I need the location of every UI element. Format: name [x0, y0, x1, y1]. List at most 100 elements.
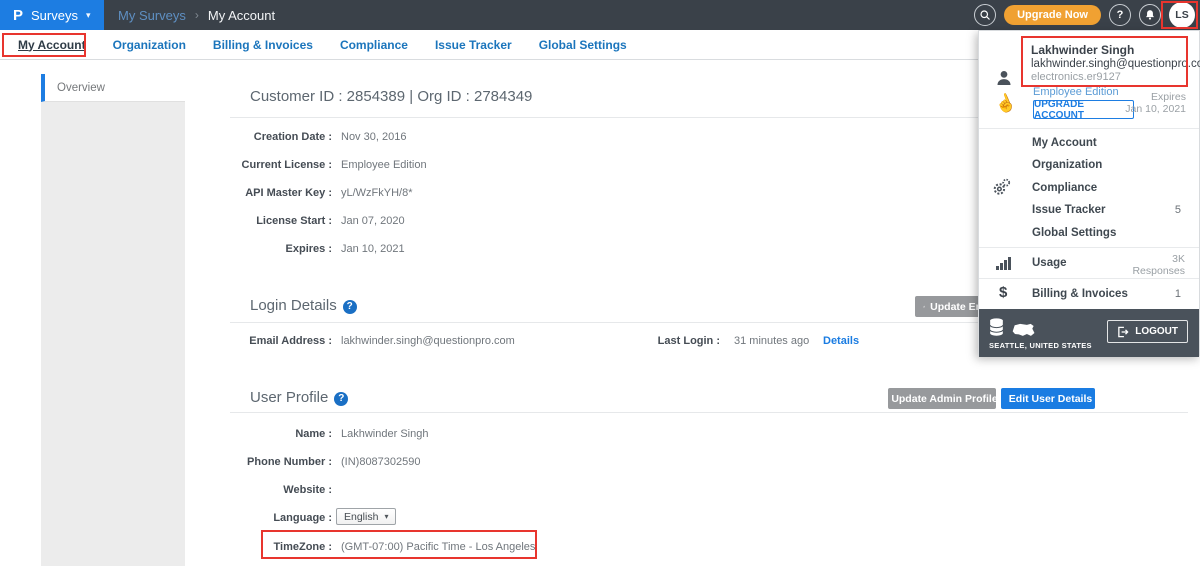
dropdown-item-issue-tracker[interactable]: Issue Tracker 5	[979, 199, 1199, 221]
app-window: P Surveys ▾ My Surveys › My Account Upgr…	[0, 0, 1200, 566]
user-profile-title: User Profile?	[250, 389, 348, 406]
update-email-label: Update Em	[930, 301, 985, 313]
caret-down-icon: ▾	[86, 10, 91, 21]
usage-count-line1: 3K	[1132, 253, 1185, 265]
dropdown-user-name: Lakhwinder Singh	[1031, 43, 1134, 57]
email-address-value: lakhwinder.singh@questionpro.com	[341, 335, 515, 347]
dropdown-item-billing-invoices[interactable]: Billing & Invoices 1	[979, 278, 1199, 309]
current-license-label: Current License :	[120, 159, 332, 171]
name-label: Name :	[120, 428, 332, 440]
search-icon	[979, 9, 991, 21]
phone-number-value: (IN)8087302590	[341, 456, 421, 468]
person-icon	[995, 69, 1013, 87]
logout-button[interactable]: LOGOUT	[1107, 320, 1188, 343]
usage-responses-count: 3K Responses	[1132, 253, 1185, 277]
update-admin-profile-button[interactable]: Update Admin Profile	[888, 388, 996, 409]
dropdown-item-label: Global Settings	[1032, 227, 1181, 239]
dropdown-item-label: Organization	[1032, 159, 1181, 171]
dropdown-user-email: lakhwinder.singh@questionpro.com	[1031, 58, 1200, 70]
license-start-value: Jan 07, 2020	[341, 215, 405, 227]
api-master-key-label: API Master Key :	[120, 187, 332, 199]
user-profile-title-text: User Profile	[250, 389, 328, 406]
upgrade-now-button[interactable]: Upgrade Now	[1004, 5, 1101, 25]
dropdown-item-label: Billing & Invoices	[1032, 288, 1175, 300]
edit-icon	[923, 301, 925, 312]
account-avatar[interactable]: LS	[1169, 2, 1195, 28]
tab-global-settings[interactable]: Global Settings	[539, 38, 627, 52]
product-menu-button[interactable]: P Surveys ▾	[0, 0, 104, 30]
dropdown-item-global-settings[interactable]: Global Settings	[979, 222, 1199, 244]
dropdown-user-username: electronics.er9127	[1031, 71, 1121, 83]
last-login-label: Last Login :	[565, 335, 720, 347]
sidebar-item-overview[interactable]: Overview	[41, 74, 185, 102]
divider	[979, 128, 1199, 129]
update-admin-profile-label: Update Admin Profile	[891, 393, 996, 405]
dropdown-item-my-account[interactable]: My Account	[979, 132, 1199, 154]
account-dropdown-panel: Lakhwinder Singh lakhwinder.singh@questi…	[978, 30, 1200, 356]
billing-count-badge: 1	[1175, 288, 1181, 300]
tab-billing-invoices[interactable]: Billing & Invoices	[213, 38, 313, 52]
language-select-value: English	[344, 511, 378, 523]
database-icon	[989, 318, 1004, 337]
help-icon[interactable]: ?	[343, 300, 357, 314]
top-bar: P Surveys ▾ My Surveys › My Account Upgr…	[0, 0, 1200, 30]
tab-issue-tracker[interactable]: Issue Tracker	[435, 38, 512, 52]
tab-my-account[interactable]: My Account	[18, 38, 86, 52]
dropdown-item-label: Issue Tracker	[1032, 204, 1175, 216]
server-location-label: SEATTLE, UNITED STATES	[989, 341, 1092, 350]
logout-label: LOGOUT	[1135, 326, 1178, 337]
edit-user-details-label: Edit User Details	[1009, 393, 1092, 405]
current-license-value: Employee Edition	[341, 159, 427, 171]
dropdown-item-label: Compliance	[1032, 182, 1181, 194]
dropdown-item-organization[interactable]: Organization	[979, 154, 1199, 176]
edit-user-details-button[interactable]: Edit User Details	[1001, 388, 1095, 409]
api-master-key-value: yL/WzFkYH/8*	[341, 187, 413, 199]
issue-tracker-count-badge: 5	[1175, 204, 1181, 216]
timezone-label: TimeZone :	[120, 541, 332, 553]
bell-icon	[1144, 9, 1156, 21]
expires-line2: Jan 10, 2021	[1125, 103, 1186, 115]
email-address-label: Email Address :	[120, 335, 332, 347]
usa-map-icon	[1012, 323, 1035, 337]
product-label: Surveys	[31, 8, 78, 23]
notifications-button[interactable]	[1139, 4, 1161, 26]
topbar-actions: Upgrade Now ? LS	[974, 0, 1195, 30]
website-label: Website :	[120, 484, 332, 496]
tab-compliance[interactable]: Compliance	[340, 38, 408, 52]
tab-organization[interactable]: Organization	[113, 38, 186, 52]
sidebar-item-label: Overview	[57, 82, 105, 94]
dropdown-edition-link[interactable]: Employee Edition	[1033, 86, 1119, 98]
caret-down-icon: ▾	[384, 512, 388, 521]
expires-label: Expires :	[120, 243, 332, 255]
last-login-details-link[interactable]: Details	[823, 335, 859, 347]
server-location: SEATTLE, UNITED STATES	[989, 317, 1092, 350]
dropdown-item-label: My Account	[1032, 137, 1181, 149]
name-value: Lakhwinder Singh	[341, 428, 428, 440]
search-button[interactable]	[974, 4, 996, 26]
phone-number-label: Phone Number :	[120, 456, 332, 468]
dropdown-expires: Expires Jan 10, 2021	[1125, 91, 1186, 115]
language-label: Language :	[120, 512, 332, 524]
logout-icon	[1117, 326, 1129, 338]
usage-count-line2: Responses	[1132, 265, 1185, 277]
breadcrumb-parent-link[interactable]: My Surveys	[118, 8, 186, 23]
expires-value: Jan 10, 2021	[341, 243, 405, 255]
help-icon[interactable]: ?	[334, 392, 348, 406]
upgrade-account-button[interactable]: UPGRADE ACCOUNT	[1033, 100, 1134, 119]
divider	[230, 412, 1188, 413]
creation-date-value: Nov 30, 2016	[341, 131, 406, 143]
login-details-title: Login Details?	[250, 297, 357, 314]
dropdown-footer: SEATTLE, UNITED STATES LOGOUT	[979, 309, 1199, 357]
creation-date-label: Creation Date :	[120, 131, 332, 143]
last-login-value: 31 minutes ago	[734, 335, 809, 347]
questionpro-logo: P	[13, 7, 23, 24]
language-select[interactable]: English ▾	[336, 508, 396, 525]
page-title: Customer ID : 2854389 | Org ID : 2784349	[250, 88, 532, 105]
breadcrumb-current: My Account	[208, 8, 275, 23]
question-icon: ?	[1117, 9, 1124, 21]
license-start-label: License Start :	[120, 215, 332, 227]
breadcrumb: My Surveys › My Account	[118, 0, 275, 30]
dropdown-item-compliance[interactable]: Compliance	[979, 177, 1199, 199]
help-button[interactable]: ?	[1109, 4, 1131, 26]
breadcrumb-separator-icon: ›	[195, 8, 199, 22]
